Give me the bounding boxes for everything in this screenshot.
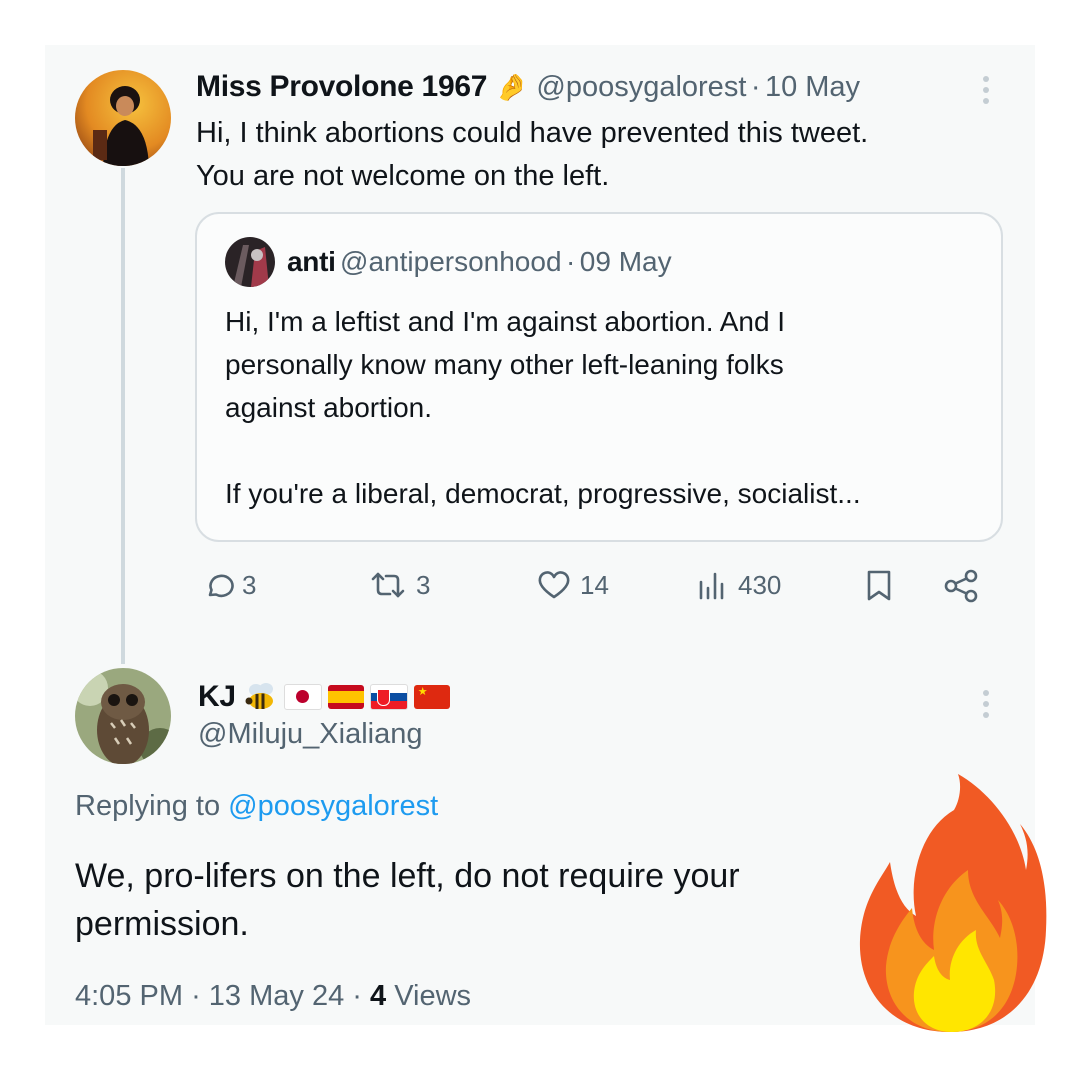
heart-icon	[538, 571, 570, 599]
quoted-text-spacer	[225, 429, 861, 472]
more-icon[interactable]	[983, 76, 989, 109]
avatar-kj[interactable]	[75, 668, 171, 764]
quoted-text-line: If you're a liberal, democrat, progressi…	[225, 478, 861, 509]
tweet-text-line: You are not welcome on the left.	[196, 160, 610, 192]
quoted-author-handle[interactable]: @antipersonhood	[340, 246, 561, 277]
separator-dot: ·	[750, 71, 761, 103]
author-handle[interactable]: @Miluju_Xialiang	[198, 718, 423, 751]
views-button[interactable]: 430	[696, 568, 781, 602]
reply-icon	[208, 574, 234, 598]
more-icon[interactable]	[983, 690, 989, 723]
pinch-emoji-icon: 🤌	[495, 72, 528, 102]
avatar-miss-provolone[interactable]	[75, 70, 171, 166]
quoted-text-line: personally know many other left-leaning …	[225, 349, 784, 380]
reply-count: 3	[242, 569, 257, 600]
quoted-author-name[interactable]: anti	[287, 246, 336, 277]
quoted-text-line: against abortion.	[225, 392, 433, 423]
quoted-tweet-date[interactable]: 09 May	[580, 246, 672, 277]
views-count: 430	[738, 569, 782, 600]
share-icon	[944, 569, 978, 603]
replying-handle-link[interactable]: @poosygalorest	[228, 790, 438, 822]
spain-flag-icon	[327, 685, 364, 709]
tweet-date: 13 May 24	[208, 980, 345, 1012]
author-name[interactable]: KJ	[198, 680, 236, 714]
replying-to: Replying to @poosygalorest	[75, 790, 438, 823]
tweet-views-label[interactable]: Views	[394, 980, 471, 1012]
tweet-views-count[interactable]: 4	[370, 980, 386, 1012]
japan-flag-icon	[283, 684, 322, 710]
avatar-anti[interactable]	[225, 237, 275, 287]
replying-label: Replying to	[75, 790, 221, 822]
separator-dot: ·	[191, 980, 201, 1012]
reply-text-line: We, pro-lifers on the left, do not requi…	[75, 857, 740, 895]
tweet-text: Hi, I think abortions could have prevent…	[196, 112, 868, 198]
author-name[interactable]: Miss Provolone 1967	[196, 70, 487, 103]
repost-icon	[371, 572, 405, 598]
tweet-meta: 4:05 PM · 13 May 24 · 4 Views	[75, 980, 471, 1013]
bee-icon	[245, 683, 273, 709]
views-icon	[699, 572, 724, 600]
tweet-time: 4:05 PM	[75, 980, 183, 1012]
bookmark-icon	[867, 570, 891, 601]
reply-button[interactable]: 3	[200, 568, 256, 602]
like-button[interactable]: 14	[536, 568, 609, 602]
tweet-text-line: Hi, I think abortions could have prevent…	[196, 117, 869, 149]
separator-dot: ·	[565, 246, 576, 277]
slovakia-flag-icon	[369, 684, 408, 710]
share-button[interactable]	[942, 568, 980, 604]
bookmark-button[interactable]	[862, 568, 896, 604]
quoted-tweet-text: Hi, I'm a leftist and I'm against aborti…	[225, 300, 861, 515]
tweet-date[interactable]: 10 May	[765, 71, 860, 103]
separator-dot: ·	[352, 980, 362, 1012]
like-count: 14	[580, 569, 609, 600]
reply-text-line: permission.	[75, 905, 249, 943]
repost-button[interactable]: 3	[368, 568, 430, 602]
repost-count: 3	[416, 569, 431, 600]
fire-icon	[850, 770, 1050, 1035]
reply-text: We, pro-lifers on the left, do not requi…	[75, 852, 740, 948]
author-handle[interactable]: @poosygalorest	[536, 71, 746, 103]
thread-line	[121, 168, 125, 664]
quoted-text-line: Hi, I'm a leftist and I'm against aborti…	[225, 306, 786, 337]
china-flag-icon: ★	[413, 685, 450, 709]
